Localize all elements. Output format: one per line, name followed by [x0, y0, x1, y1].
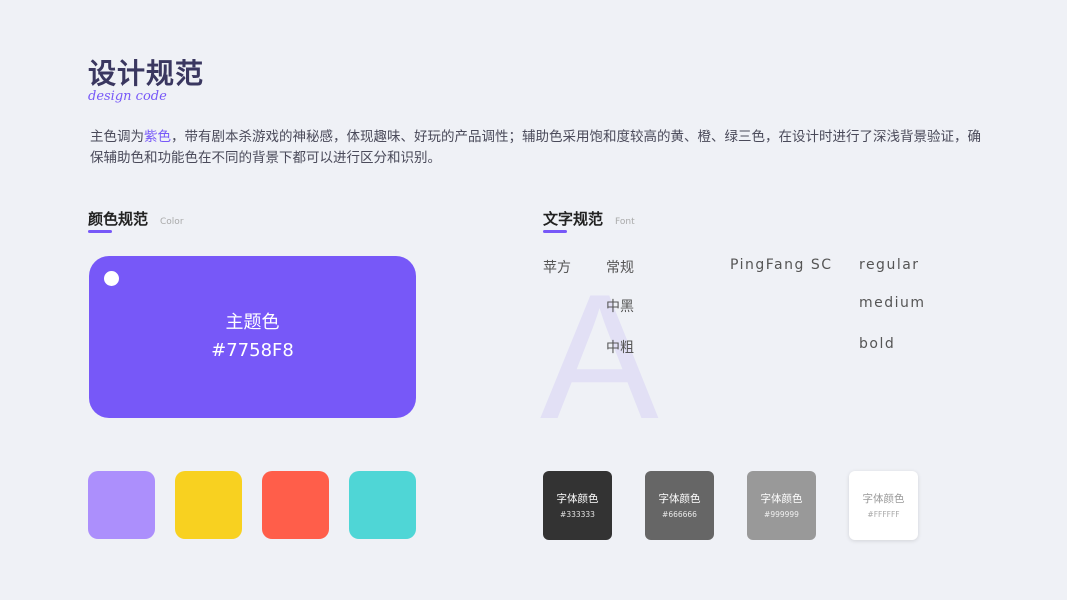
primary-color-swatch: 主题色 #7758F8	[89, 256, 416, 418]
font-family-zh: 苹方	[543, 260, 571, 276]
font-sample-letter: A	[540, 257, 659, 456]
text-color-swatch: 字体颜色 #666666	[645, 471, 714, 540]
font-section-underline	[543, 230, 567, 233]
font-weight-zh: 中黑	[606, 299, 634, 315]
font-weight-en: regular	[859, 257, 920, 273]
text-color-label: 字体颜色	[658, 492, 701, 505]
text-color-hex: #FFFFFF	[867, 509, 900, 519]
secondary-swatch-purple	[88, 471, 155, 539]
text-color-swatch: 字体颜色 #FFFFFF	[849, 471, 918, 540]
text-color-label: 字体颜色	[760, 492, 803, 505]
text-color-label: 字体颜色	[862, 492, 905, 505]
intro-accent-text: 紫色	[144, 129, 171, 145]
color-section-heading: 颜色规范 Color	[88, 208, 184, 229]
text-color-hex: #666666	[662, 509, 697, 519]
intro-paragraph: 主色调为紫色，带有剧本杀游戏的神秘感，体现趣味、好玩的产品调性；辅助色采用饱和度…	[90, 127, 990, 169]
secondary-swatch-yellow	[175, 471, 242, 539]
text-color-hex: #999999	[764, 509, 799, 519]
font-section-heading: 文字规范 Font	[543, 208, 635, 229]
font-weight-zh: 中粗	[606, 340, 634, 356]
text-color-swatch: 字体颜色 #333333	[543, 471, 612, 540]
text-color-hex: #333333	[560, 509, 595, 519]
color-section-underline	[88, 230, 112, 233]
font-family-en: PingFang SC	[730, 257, 833, 273]
intro-text-1: 主色调为	[90, 129, 144, 145]
page-title: 设计规范	[88, 57, 205, 90]
font-section-title: 文字规范	[543, 210, 604, 228]
primary-color-name: 主题色	[225, 312, 280, 333]
font-section-title-en: Font	[615, 217, 635, 227]
secondary-swatch-orange	[262, 471, 329, 539]
color-section-title: 颜色规范	[88, 210, 149, 228]
page-subtitle: design code	[88, 89, 167, 104]
font-weight-zh: 常规	[606, 260, 634, 276]
font-weight-en: bold	[859, 336, 896, 352]
swatch-dot	[104, 271, 119, 286]
text-color-label: 字体颜色	[556, 492, 599, 505]
text-color-swatch: 字体颜色 #999999	[747, 471, 816, 540]
secondary-swatch-teal	[349, 471, 416, 539]
primary-color-hex: #7758F8	[211, 340, 294, 361]
color-section-title-en: Color	[160, 217, 184, 227]
font-weight-en: medium	[859, 295, 926, 311]
intro-text-2: ，带有剧本杀游戏的神秘感，体现趣味、好玩的产品调性；辅助色采用饱和度较高的黄、橙…	[90, 129, 981, 166]
